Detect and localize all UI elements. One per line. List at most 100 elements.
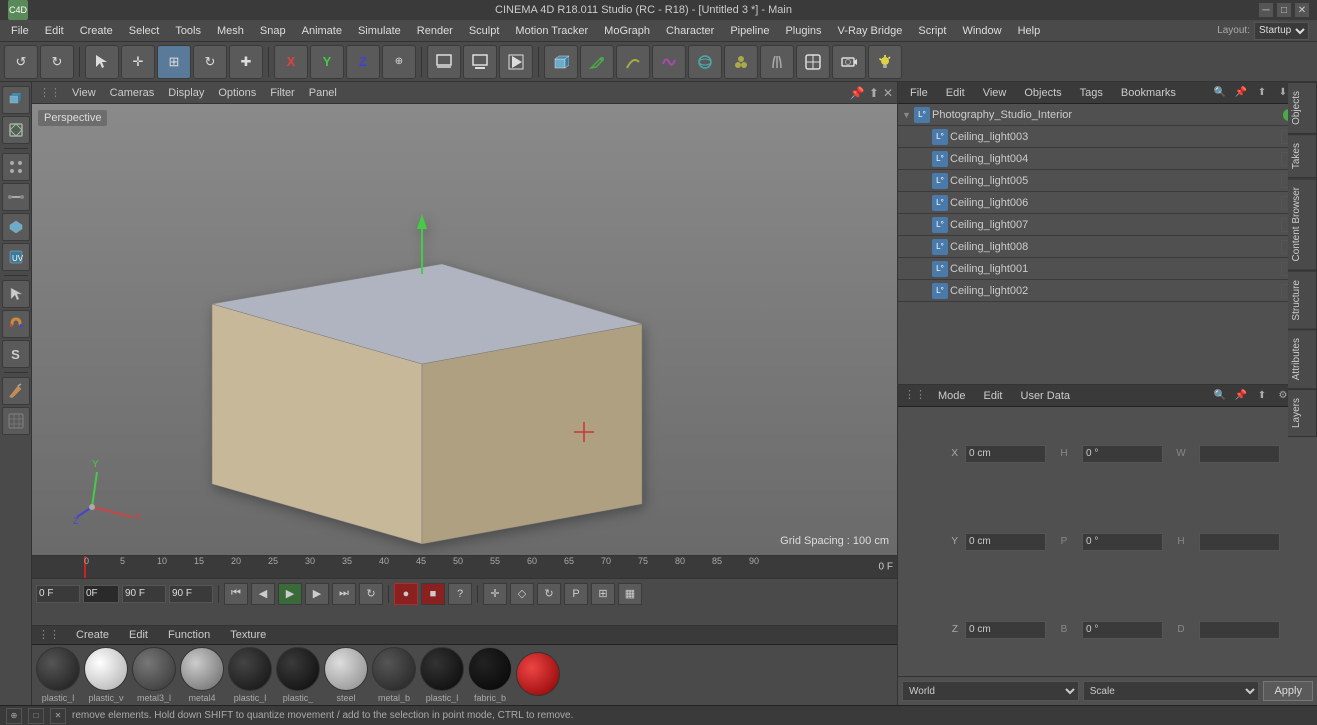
menu-window[interactable]: Window: [955, 23, 1008, 39]
mat-swatch-7[interactable]: metal_b: [372, 647, 416, 703]
menu-edit[interactable]: Edit: [38, 23, 71, 39]
nurbs-button[interactable]: [688, 45, 722, 79]
om-tab-bookmarks[interactable]: Bookmarks: [1113, 85, 1184, 101]
mat-texture-tab[interactable]: Texture: [224, 627, 272, 643]
play-button[interactable]: ▶: [278, 583, 302, 605]
mat-swatch-4[interactable]: plastic_l: [228, 647, 272, 703]
mat-swatch-9[interactable]: fabric_b: [468, 647, 512, 703]
motion-mode-button[interactable]: ✛: [483, 583, 507, 605]
menu-script[interactable]: Script: [911, 23, 953, 39]
attr-d-scale[interactable]: [1199, 621, 1280, 639]
om-tab-file[interactable]: File: [902, 85, 936, 101]
om-up-icon[interactable]: ⬆: [1253, 84, 1271, 102]
mat-swatch-2[interactable]: metal3_l: [132, 647, 176, 703]
coord-mode-select[interactable]: Scale Move Rotate: [1083, 681, 1260, 701]
model-mode-button[interactable]: [2, 86, 30, 114]
auto-key-button[interactable]: ■: [421, 583, 445, 605]
attr-search-icon[interactable]: 🔍: [1211, 387, 1229, 405]
light-button[interactable]: [868, 45, 902, 79]
layout-select[interactable]: Startup: [1254, 22, 1309, 40]
render-region-button[interactable]: [427, 45, 461, 79]
mat-swatch-10[interactable]: [516, 652, 560, 698]
om-row-light003[interactable]: ▶ L° Ceiling_light003: [898, 126, 1317, 148]
arrow-tool-button[interactable]: [2, 280, 30, 308]
attr-up-icon[interactable]: ⬆: [1253, 387, 1271, 405]
menu-mesh[interactable]: Mesh: [210, 23, 251, 39]
cloner-button[interactable]: [724, 45, 758, 79]
menu-plugins[interactable]: Plugins: [778, 23, 828, 39]
apply-button[interactable]: Apply: [1263, 681, 1313, 701]
mat-swatch-0[interactable]: plastic_l: [36, 647, 80, 703]
attr-y-pos[interactable]: [965, 533, 1046, 551]
om-tab-edit[interactable]: Edit: [938, 85, 973, 101]
menu-create[interactable]: Create: [73, 23, 120, 39]
spline-button[interactable]: [616, 45, 650, 79]
current-frame-input[interactable]: [36, 585, 80, 603]
vh-cameras[interactable]: Cameras: [104, 85, 161, 101]
om-row-light001[interactable]: ▶ L° Ceiling_light001: [898, 258, 1317, 280]
maximize-button[interactable]: □: [1277, 3, 1291, 17]
om-row-studio[interactable]: ▼ L° Photography_Studio_Interior ■: [898, 104, 1317, 126]
attr-h-rot[interactable]: [1082, 445, 1163, 463]
min-frame-input[interactable]: [83, 585, 119, 603]
menu-animate[interactable]: Animate: [295, 23, 349, 39]
menu-help[interactable]: Help: [1011, 23, 1048, 39]
poly-mode-button[interactable]: [2, 213, 30, 241]
y-axis-button[interactable]: Y: [310, 45, 344, 79]
attr-b-rot[interactable]: [1082, 621, 1163, 639]
menu-simulate[interactable]: Simulate: [351, 23, 408, 39]
menu-vray[interactable]: V-Ray Bridge: [831, 23, 910, 39]
om-tab-tags[interactable]: Tags: [1072, 85, 1111, 101]
deformer-button[interactable]: [652, 45, 686, 79]
om-search-icon[interactable]: 🔍: [1211, 84, 1229, 102]
side-tab-objects[interactable]: Objects: [1288, 82, 1317, 134]
om-row-light007[interactable]: ▶ L° Ceiling_light007: [898, 214, 1317, 236]
attr-tab-mode[interactable]: Mode: [930, 388, 974, 404]
multi-tool-button[interactable]: ✚: [229, 45, 263, 79]
x-axis-button[interactable]: X: [274, 45, 308, 79]
om-row-light006[interactable]: ▶ L° Ceiling_light006: [898, 192, 1317, 214]
fps-input[interactable]: [169, 585, 213, 603]
attr-p-rot[interactable]: [1082, 533, 1163, 551]
move-button[interactable]: ✛: [121, 45, 155, 79]
pen-button[interactable]: [580, 45, 614, 79]
point-mode-button[interactable]: [2, 153, 30, 181]
menu-pipeline[interactable]: Pipeline: [723, 23, 776, 39]
step-back-button[interactable]: ◀: [251, 583, 275, 605]
timeline-ruler[interactable]: 0 5 10 15 20 25 30 35 40 45 50 55 60 65: [32, 556, 897, 578]
attr-tab-userdata[interactable]: User Data: [1013, 388, 1079, 404]
screen-axis-button[interactable]: ⊕: [382, 45, 416, 79]
menu-sculpt[interactable]: Sculpt: [462, 23, 507, 39]
om-pin-icon[interactable]: 📌: [1232, 84, 1250, 102]
step-forward-button[interactable]: ▶: [305, 583, 329, 605]
cube-button[interactable]: [544, 45, 578, 79]
mat-swatch-1[interactable]: plastic_v: [84, 647, 128, 703]
attr-pin-icon[interactable]: 📌: [1232, 387, 1250, 405]
mat-swatch-8[interactable]: plastic_l: [420, 647, 464, 703]
rotate-button[interactable]: ↻: [193, 45, 227, 79]
vh-panel[interactable]: Panel: [303, 85, 343, 101]
menu-character[interactable]: Character: [659, 23, 721, 39]
close-button[interactable]: ✕: [1295, 3, 1309, 17]
loop-button[interactable]: ↻: [359, 583, 383, 605]
grid-mode-button[interactable]: ⊞: [591, 583, 615, 605]
magnet-button[interactable]: [2, 310, 30, 338]
viewport-3d[interactable]: Perspective X: [32, 104, 897, 555]
om-row-light002[interactable]: ▶ L° Ceiling_light002: [898, 280, 1317, 302]
minimize-button[interactable]: ─: [1259, 3, 1273, 17]
menu-motion-tracker[interactable]: Motion Tracker: [508, 23, 595, 39]
redo-button[interactable]: ↻: [40, 45, 74, 79]
menu-render[interactable]: Render: [410, 23, 460, 39]
om-tab-view[interactable]: View: [975, 85, 1015, 101]
side-tab-content[interactable]: Content Browser: [1288, 178, 1317, 270]
om-tab-objects[interactable]: Objects: [1016, 85, 1069, 101]
menu-mograph[interactable]: MoGraph: [597, 23, 657, 39]
mat-swatch-6[interactable]: steel: [324, 647, 368, 703]
scene-button[interactable]: [796, 45, 830, 79]
attr-x-pos[interactable]: [965, 445, 1046, 463]
attr-tab-edit[interactable]: Edit: [976, 388, 1011, 404]
render-view-button[interactable]: [463, 45, 497, 79]
grid-button[interactable]: [2, 407, 30, 435]
om-row-light005[interactable]: ▶ L° Ceiling_light005: [898, 170, 1317, 192]
vh-filter[interactable]: Filter: [264, 85, 300, 101]
